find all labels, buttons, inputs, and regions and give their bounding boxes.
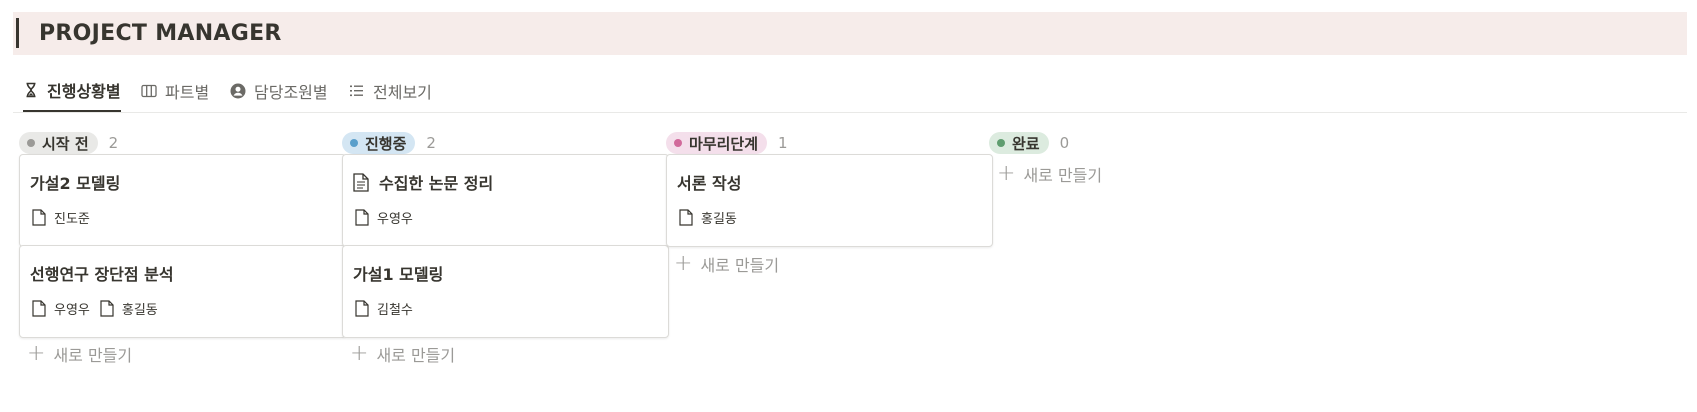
page-title: PROJECT MANAGER xyxy=(39,21,282,46)
view-tabs: 진행상황별 파트별 담당조원별 전체보기 xyxy=(13,70,1687,113)
status-dot xyxy=(27,139,35,147)
card-title: 선행연구 장단점 분석 xyxy=(30,265,174,284)
new-card-label: 새로 만들기 xyxy=(700,256,780,275)
tab-by-member[interactable]: 담당조원별 xyxy=(230,70,328,111)
status-label: 진행중 xyxy=(365,134,407,153)
header-accent-bar xyxy=(16,18,19,48)
column-count: 0 xyxy=(1059,134,1070,152)
card-title: 가설2 모델링 xyxy=(30,174,121,193)
page-icon xyxy=(355,209,369,226)
card-assignees: 홍길동 xyxy=(679,208,747,227)
status-tag[interactable]: 마무리단계 xyxy=(666,132,768,154)
card-assignees: 우영우 xyxy=(355,208,423,227)
page-icon xyxy=(32,209,46,226)
document-icon xyxy=(353,172,369,192)
status-label: 완료 xyxy=(1012,134,1040,153)
new-card-button[interactable]: + 새로 만들기 xyxy=(27,342,132,366)
new-card-label: 새로 만들기 xyxy=(53,346,133,365)
tab-label: 담당조원별 xyxy=(254,82,328,102)
board-card[interactable]: 가설1 모델링 김철수 xyxy=(342,245,669,338)
new-card-label: 새로 만들기 xyxy=(1023,166,1103,185)
new-card-button[interactable]: + 새로 만들기 xyxy=(674,252,779,276)
new-card-button[interactable]: + 새로 만들기 xyxy=(350,342,455,366)
person-circle-icon xyxy=(230,83,246,99)
assignee-name: 김철수 xyxy=(377,303,413,318)
card-title: 가설1 모델링 xyxy=(353,265,444,284)
assignee[interactable]: 진도준 xyxy=(32,208,90,227)
assignee-name: 우영우 xyxy=(377,212,413,227)
status-label: 마무리단계 xyxy=(689,134,759,153)
column-header: 진행중 2 xyxy=(342,130,669,156)
tab-by-part[interactable]: 파트별 xyxy=(141,70,209,111)
card-assignees: 김철수 xyxy=(355,299,423,318)
card-title: 서론 작성 xyxy=(677,174,742,193)
status-tag[interactable]: 완료 xyxy=(989,132,1049,154)
page-icon xyxy=(100,300,114,317)
status-dot xyxy=(350,139,358,147)
columns-icon xyxy=(141,83,157,99)
column-count: 2 xyxy=(426,134,436,152)
column-count: 1 xyxy=(778,134,788,152)
board-card[interactable]: 선행연구 장단점 분석 우영우 홍길동 xyxy=(19,245,346,338)
column-header: 완료 0 xyxy=(989,130,1316,156)
assignee-name: 우영우 xyxy=(54,303,90,318)
status-label: 시작 전 xyxy=(42,134,89,153)
status-dot xyxy=(997,139,1005,147)
status-tag[interactable]: 진행중 xyxy=(342,132,416,154)
assignee-name: 홍길동 xyxy=(121,303,158,318)
tab-label: 전체보기 xyxy=(373,82,432,102)
board-card[interactable]: 가설2 모델링 진도준 xyxy=(19,154,346,247)
assignee[interactable]: 우영우 xyxy=(32,299,90,318)
column-count: 2 xyxy=(108,134,119,152)
hourglass-icon xyxy=(23,82,39,98)
assignee[interactable]: 김철수 xyxy=(355,299,413,318)
board-card[interactable]: 수집한 논문 정리 우영우 xyxy=(342,154,669,247)
card-title: 수집한 논문 정리 xyxy=(353,170,493,194)
board-card[interactable]: 서론 작성 홍길동 xyxy=(666,154,993,247)
assignee[interactable]: 홍길동 xyxy=(100,299,158,318)
board-column-finishing: 마무리단계 1 서론 작성 홍길동 + 새로 만들기 xyxy=(666,130,993,275)
new-card-label: 새로 만들기 xyxy=(376,346,456,365)
board-column-not-started: 시작 전 2 가설2 모델링 진도준 선행연구 장단점 분석 우영우 홍길동 +… xyxy=(19,130,346,365)
plus-icon: + xyxy=(27,341,46,366)
plus-icon: + xyxy=(997,161,1016,186)
new-card-button[interactable]: + 새로 만들기 xyxy=(997,162,1102,186)
tab-all[interactable]: 전체보기 xyxy=(349,70,432,111)
tab-label: 파트별 xyxy=(165,82,210,102)
column-header: 시작 전 2 xyxy=(19,130,346,156)
tab-label: 진행상황별 xyxy=(47,82,121,101)
board-column-in-progress: 진행중 2 수집한 논문 정리 우영우 가설1 모델링 김철수 + 새로 만들기 xyxy=(342,130,669,365)
assignee[interactable]: 우영우 xyxy=(355,208,413,227)
card-title-text: 수집한 논문 정리 xyxy=(379,174,494,193)
list-icon xyxy=(349,83,365,99)
column-header: 마무리단계 1 xyxy=(666,130,993,156)
tab-by-progress[interactable]: 진행상황별 xyxy=(23,70,121,112)
page-header: PROJECT MANAGER xyxy=(13,12,1687,55)
board-column-done: 완료 0 + 새로 만들기 xyxy=(989,130,1316,185)
assignee[interactable]: 홍길동 xyxy=(679,208,737,227)
card-assignees: 진도준 xyxy=(32,208,100,227)
assignee-name: 홍길동 xyxy=(701,212,737,227)
page-icon xyxy=(679,209,693,226)
assignee-name: 진도준 xyxy=(54,212,90,227)
card-assignees: 우영우 홍길동 xyxy=(32,299,168,318)
page-icon xyxy=(32,300,46,317)
plus-icon: + xyxy=(350,341,369,366)
page-icon xyxy=(355,300,369,317)
plus-icon: + xyxy=(674,251,693,276)
status-tag[interactable]: 시작 전 xyxy=(19,132,98,154)
status-dot xyxy=(674,139,682,147)
